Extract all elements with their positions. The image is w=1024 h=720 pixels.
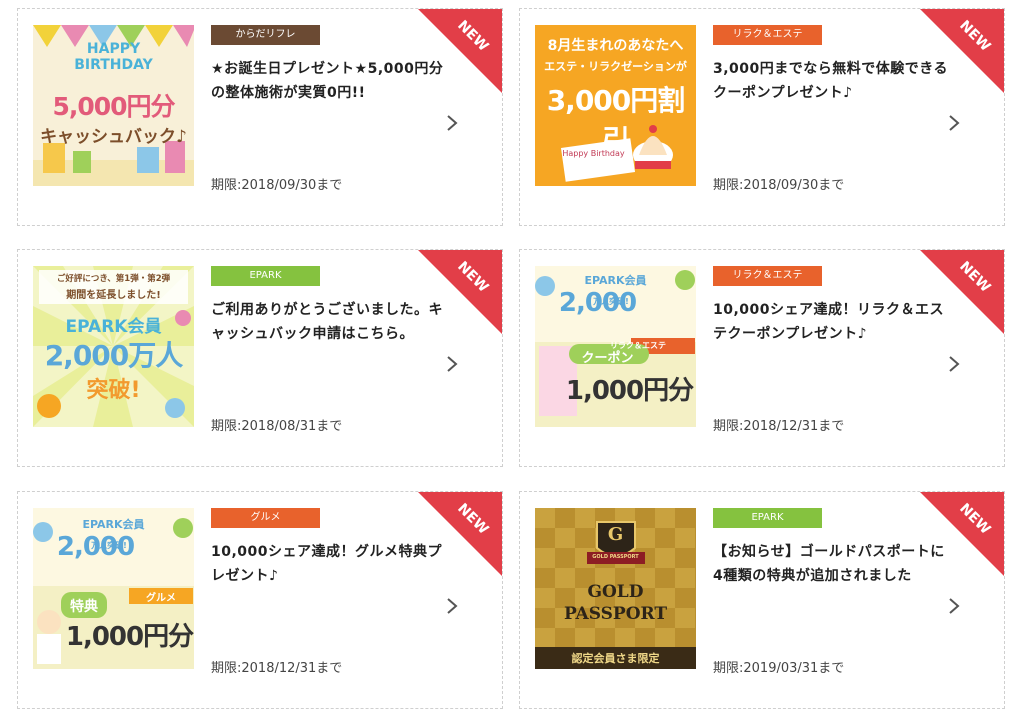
coupon-card[interactable]: EPARK会員 2,000 万人突破! グルメ 特典 1,000円分 グルメ 1… — [17, 491, 503, 709]
category-tag: EPARK — [713, 508, 822, 528]
image-text: 特典 — [70, 599, 98, 615]
image-text: GOLD PASSPORT — [592, 554, 639, 560]
image-text: HAPPY — [86, 41, 141, 57]
image-text: グルメ — [146, 593, 176, 604]
coupon-title[interactable]: 【お知らせ】ゴールドパスポートに4種類の特典が追加されました — [713, 540, 953, 588]
new-badge: NEW — [418, 250, 502, 334]
coupon-image: EPARK会員 2,000 万人突破! リラク＆エステ クーポン 1,000円分 — [535, 266, 696, 427]
new-badge: NEW — [920, 250, 1004, 334]
chevron-right-icon[interactable] — [446, 114, 458, 132]
image-text: Happy Birthday — [562, 149, 625, 158]
coupon-card[interactable]: ご好評につき、第1弾・第2弾 期間を延長しました! EPARK会員 2,000万… — [17, 249, 503, 467]
image-text: クーポン — [581, 351, 634, 366]
image-text: 万人突破! — [593, 297, 629, 306]
coupon-card[interactable]: G GOLD PASSPORT GOLD PASSPORT 認定会員さま限定 E… — [519, 491, 1005, 709]
image-text: 8月生まれのあなたへ — [547, 38, 684, 54]
image-text: 1,000円分 — [565, 376, 694, 406]
image-text: BIRTHDAY — [74, 57, 153, 73]
image-text: PASSPORT — [564, 604, 667, 624]
image-text: キャッシュバック♪ — [40, 127, 187, 147]
chevron-right-icon[interactable] — [446, 597, 458, 615]
category-tag: リラク＆エステ — [713, 266, 822, 286]
coupon-image: 8月生まれのあなたへ エステ・リラクゼーションが 3,000円割引 Happy … — [535, 25, 696, 186]
coupon-image: ご好評につき、第1弾・第2弾 期間を延長しました! EPARK会員 2,000万… — [33, 266, 194, 427]
coupon-image: EPARK会員 2,000 万人突破! グルメ 特典 1,000円分 — [33, 508, 194, 669]
coupon-expiry: 期限:2019/03/31まで — [713, 661, 845, 676]
coupon-expiry: 期限:2018/12/31まで — [713, 419, 845, 434]
chevron-right-icon[interactable] — [446, 355, 458, 373]
image-text: 1,000円分 — [65, 622, 194, 652]
coupon-expiry: 期限:2018/12/31まで — [211, 661, 343, 676]
coupon-expiry: 期限:2018/09/30まで — [713, 178, 845, 193]
image-text: 5,000円分 — [52, 92, 175, 121]
category-tag: からだリフレ — [211, 25, 320, 45]
image-text: ご好評につき、第1弾・第2弾 — [56, 274, 171, 284]
coupon-title[interactable]: ★お誕生日プレゼント★5,000円分の整体施術が実質0円!! — [211, 57, 451, 105]
image-text: EPARK会員 — [584, 274, 647, 287]
image-text: 2,000万人 — [44, 339, 184, 372]
new-badge: NEW — [920, 9, 1004, 93]
chevron-right-icon[interactable] — [948, 114, 960, 132]
image-text: G — [607, 524, 624, 545]
image-text: 期間を延長しました! — [66, 290, 161, 301]
category-tag: EPARK — [211, 266, 320, 286]
coupon-title[interactable]: 10,000シェア達成！グルメ特典プレゼント♪ — [211, 540, 451, 588]
coupon-expiry: 期限:2018/08/31まで — [211, 419, 343, 434]
image-text: GOLD — [587, 582, 644, 602]
coupon-card[interactable]: EPARK会員 2,000 万人突破! リラク＆エステ クーポン 1,000円分… — [519, 249, 1005, 467]
coupon-expiry: 期限:2018/09/30まで — [211, 178, 343, 193]
coupon-image: G GOLD PASSPORT GOLD PASSPORT 認定会員さま限定 — [535, 508, 696, 669]
new-badge: NEW — [920, 492, 1004, 576]
image-text: 認定会員さま限定 — [571, 652, 660, 665]
coupon-grid: HAPPY BIRTHDAY 5,000円分 キャッシュバック♪ からだリフレ … — [0, 0, 1024, 720]
chevron-right-icon[interactable] — [948, 355, 960, 373]
coupon-title[interactable]: ご利用ありがとうございました。キャッシュバック申請はこちら。 — [211, 298, 451, 346]
image-text: エステ・リラクゼーションが — [544, 60, 687, 73]
chevron-right-icon[interactable] — [948, 597, 960, 615]
coupon-title[interactable]: 10,000シェア達成！リラク＆エステクーポンプレゼント♪ — [713, 298, 953, 346]
coupon-image: HAPPY BIRTHDAY 5,000円分 キャッシュバック♪ — [33, 25, 194, 186]
coupon-title[interactable]: 3,000円までなら無料で体験できるクーポンプレゼント♪ — [713, 57, 953, 105]
image-text: EPARK会員 — [82, 518, 145, 531]
image-text: 万人突破! — [91, 541, 127, 550]
category-tag: グルメ — [211, 508, 320, 528]
new-badge: NEW — [418, 9, 502, 93]
image-text: 3,000円割引 — [546, 84, 686, 157]
image-text: 突破! — [86, 378, 141, 403]
category-tag: リラク＆エステ — [713, 25, 822, 45]
coupon-card[interactable]: 8月生まれのあなたへ エステ・リラクゼーションが 3,000円割引 Happy … — [519, 8, 1005, 226]
coupon-card[interactable]: HAPPY BIRTHDAY 5,000円分 キャッシュバック♪ からだリフレ … — [17, 8, 503, 226]
new-badge: NEW — [418, 492, 502, 576]
